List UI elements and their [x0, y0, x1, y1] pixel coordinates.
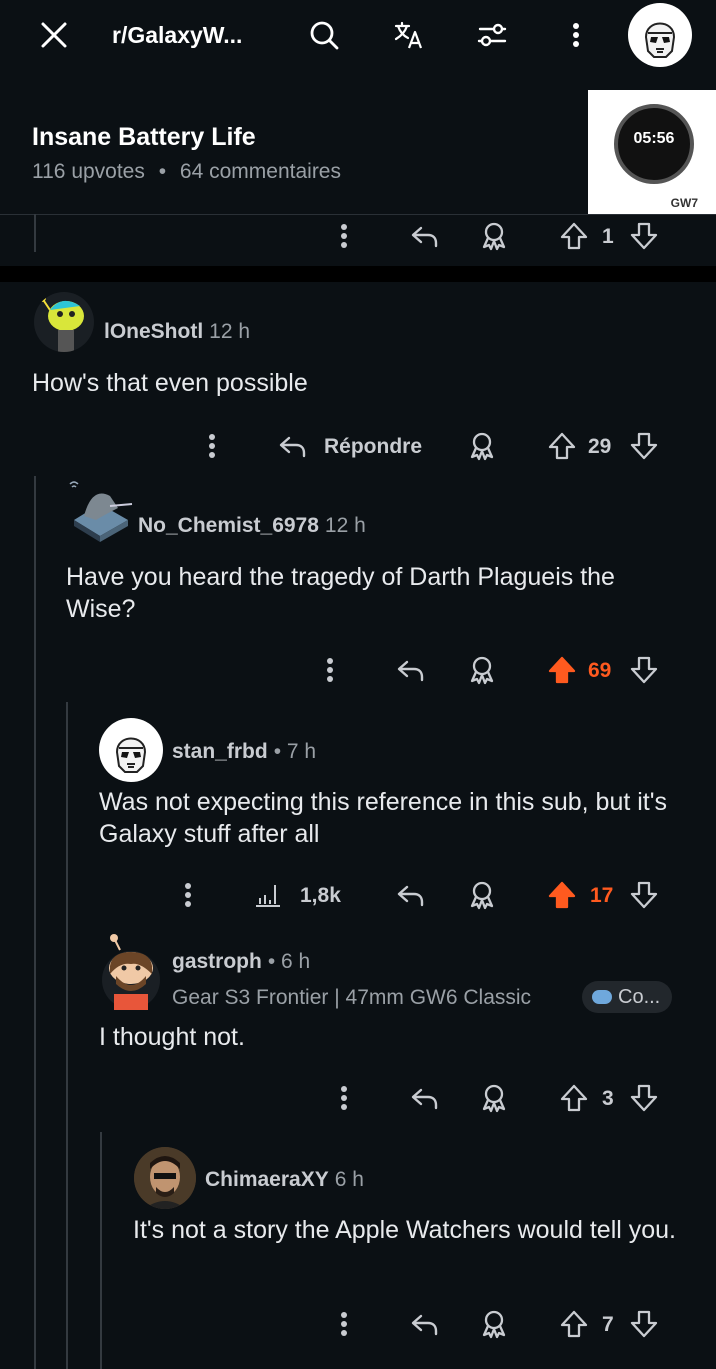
sort-filter-icon[interactable]	[474, 17, 510, 53]
comment-author[interactable]: lOneShotl 12 h	[104, 320, 250, 344]
insights-count: 1,8k	[300, 884, 341, 907]
downvote-icon[interactable]	[626, 1080, 662, 1116]
reply-icon[interactable]	[392, 877, 428, 913]
section-separator	[0, 266, 716, 282]
upvote-icon-active[interactable]	[544, 877, 580, 913]
award-icon[interactable]	[464, 428, 500, 464]
top-app-bar: r/GalaxyW...	[0, 0, 716, 72]
comment-body: It's not a story the Apple Watchers woul…	[133, 1216, 677, 1244]
thumbnail-caption: GW7	[670, 196, 698, 210]
reply-icon[interactable]	[274, 428, 310, 464]
more-options-icon[interactable]	[558, 17, 594, 53]
award-icon[interactable]	[464, 652, 500, 688]
avatar[interactable]	[100, 932, 162, 1010]
username[interactable]: lOneShotl	[104, 320, 203, 343]
thread-line	[34, 214, 36, 252]
comment-author[interactable]: ChimaeraXY 6 h	[205, 1168, 364, 1192]
award-icon[interactable]	[464, 877, 500, 913]
reply-icon[interactable]	[392, 652, 428, 688]
watch-time: 05:56	[633, 130, 675, 147]
downvote-icon[interactable]	[626, 218, 662, 254]
reply-icon[interactable]	[406, 218, 442, 254]
upvote-icon[interactable]	[556, 1080, 592, 1116]
close-icon[interactable]	[36, 17, 72, 53]
reply-button[interactable]: Répondre	[324, 435, 422, 459]
award-icon[interactable]	[476, 1306, 512, 1342]
translate-icon[interactable]	[391, 17, 427, 53]
post-thumbnail[interactable]: 05:56 GW7	[588, 90, 716, 214]
downvote-icon[interactable]	[626, 877, 662, 913]
watch-face-image: 05:56	[614, 104, 694, 184]
vote-count: 17	[590, 884, 614, 907]
upvote-icon[interactable]	[544, 428, 580, 464]
downvote-icon[interactable]	[626, 428, 662, 464]
flair-badge-label: Co...	[618, 985, 661, 1008]
timestamp: 12 h	[324, 514, 366, 537]
watch-emoji-icon	[592, 990, 612, 1004]
upvote-icon[interactable]	[556, 1306, 592, 1342]
comment-author[interactable]: stan_frbd • 7 h	[172, 740, 316, 764]
more-icon[interactable]	[326, 1306, 362, 1342]
upvote-icon[interactable]	[556, 218, 592, 254]
vote-count: 1	[602, 225, 614, 248]
vote-count: 69	[588, 659, 612, 682]
comment-body: How's that even possible	[32, 369, 308, 397]
vote-count: 29	[588, 435, 612, 458]
comment-body: Was not expecting this reference in this…	[99, 788, 668, 848]
insights-icon[interactable]	[250, 877, 286, 913]
thread-line	[34, 476, 36, 1369]
upvote-count: 116 upvotes	[32, 160, 145, 183]
avatar[interactable]	[134, 1147, 196, 1209]
username[interactable]: stan_frbd	[172, 740, 268, 763]
search-icon[interactable]	[306, 17, 342, 53]
comment-author[interactable]: gastroph • 6 h	[172, 950, 310, 974]
avatar[interactable]	[34, 292, 94, 352]
timestamp: • 6 h	[267, 950, 311, 973]
username[interactable]: ChimaeraXY	[205, 1168, 329, 1191]
comment-author[interactable]: No_Chemist_6978 12 h	[138, 514, 366, 538]
comment-body: Have you heard the tragedy of Darth Plag…	[66, 563, 615, 623]
downvote-icon[interactable]	[626, 652, 662, 688]
post-meta: 116 upvotes • 64 commentaires	[32, 160, 341, 184]
more-icon[interactable]	[312, 652, 348, 688]
comment-body: I thought not.	[99, 1023, 245, 1051]
award-icon[interactable]	[476, 1080, 512, 1116]
user-avatar-icon[interactable]	[628, 3, 692, 67]
vote-count: 7	[602, 1313, 614, 1336]
thread-line	[100, 1132, 102, 1369]
meta-separator: •	[158, 160, 167, 183]
post-title[interactable]: Insane Battery Life	[32, 123, 256, 152]
award-icon[interactable]	[476, 218, 512, 254]
timestamp: • 7 h	[273, 740, 317, 763]
vote-count: 3	[602, 1087, 614, 1110]
upvote-icon-active[interactable]	[544, 652, 580, 688]
more-icon[interactable]	[170, 877, 206, 913]
divider	[0, 214, 716, 215]
reply-icon[interactable]	[406, 1306, 442, 1342]
avatar[interactable]	[99, 718, 163, 782]
reply-icon[interactable]	[406, 1080, 442, 1116]
more-icon[interactable]	[326, 1080, 362, 1116]
more-icon[interactable]	[194, 428, 230, 464]
thread-line	[66, 702, 68, 1369]
user-flair: Gear S3 Frontier | 47mm GW6 Classic	[172, 986, 532, 1009]
downvote-icon[interactable]	[626, 1306, 662, 1342]
comment-count: 64 commentaires	[179, 160, 341, 183]
username[interactable]: gastroph	[172, 950, 262, 973]
timestamp: 12 h	[209, 320, 251, 343]
more-icon[interactable]	[326, 218, 362, 254]
subreddit-name[interactable]: r/GalaxyW...	[112, 22, 242, 49]
username[interactable]: No_Chemist_6978	[138, 514, 319, 537]
avatar[interactable]	[66, 476, 134, 546]
flair-badge[interactable]: Co...	[582, 981, 673, 1013]
timestamp: 6 h	[334, 1168, 364, 1191]
